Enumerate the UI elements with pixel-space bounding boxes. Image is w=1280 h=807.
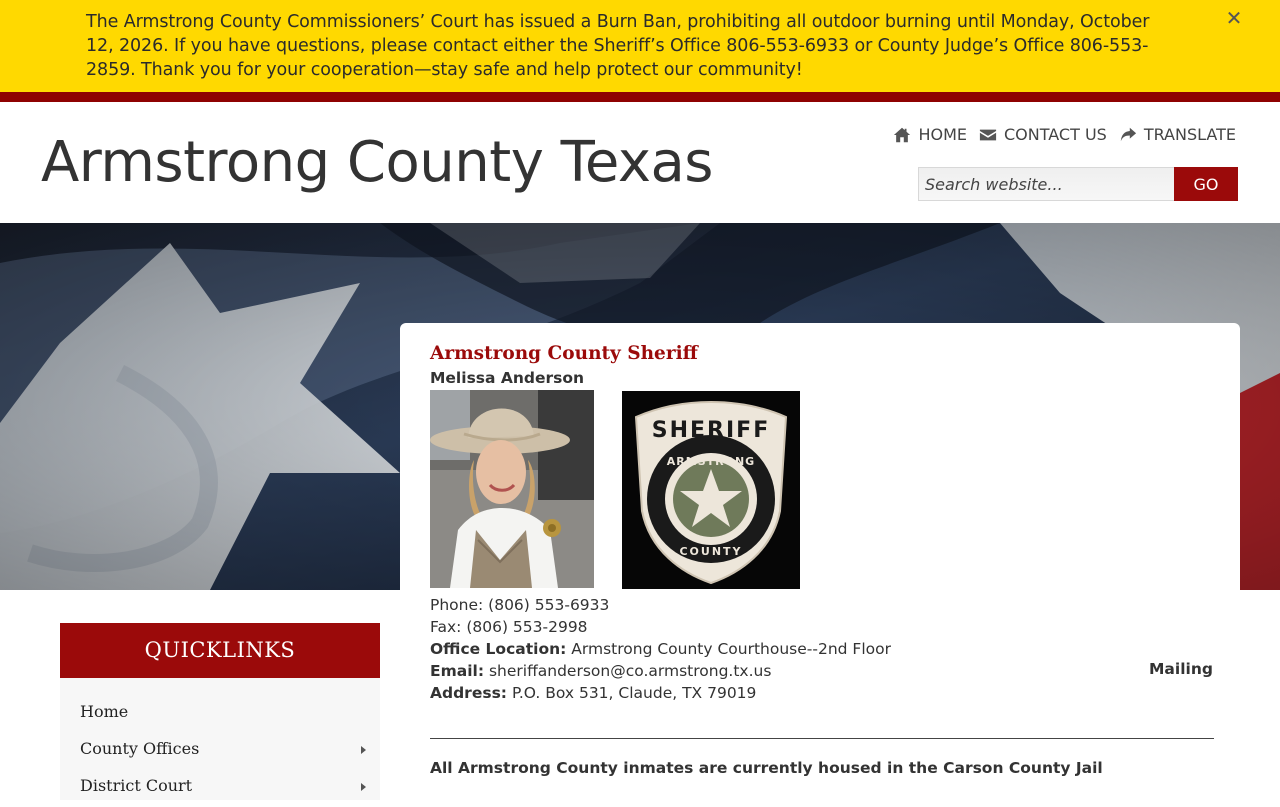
- address-value: P.O. Box 531, Claude, TX 79019: [511, 684, 757, 702]
- content-divider: [430, 738, 1214, 739]
- burn-ban-alert: The Armstrong County Commissioners’ Cour…: [0, 0, 1280, 92]
- quicklink-label: County Offices: [80, 739, 200, 758]
- inmate-housing-notice: All Armstrong County inmates are current…: [430, 759, 1103, 777]
- sheriff-name: Melissa Anderson: [430, 369, 585, 387]
- sheriff-photo: [430, 390, 594, 588]
- contact-us-label: CONTACT US: [1003, 125, 1107, 144]
- email-line: Email: sheriffanderson@co.armstrong.tx.u…: [430, 660, 771, 682]
- search-input[interactable]: [918, 167, 1174, 201]
- quicklink-home[interactable]: Home: [60, 696, 380, 733]
- alert-message: The Armstrong County Commissioners’ Cour…: [86, 12, 1150, 80]
- email-value[interactable]: sheriffanderson@co.armstrong.tx.us: [489, 662, 771, 680]
- office-location-label: Office Location:: [430, 640, 567, 658]
- chevron-right-icon: [361, 783, 366, 791]
- home-icon: [894, 127, 911, 142]
- address-line: Address: P.O. Box 531, Claude, TX 79019: [430, 682, 756, 704]
- envelope-icon: [979, 129, 997, 140]
- page-title: Armstrong County Sheriff: [430, 343, 698, 364]
- quicklinks-header: QUICKLINKS: [60, 623, 380, 678]
- patch-ring-top-text: ARMSTRONG: [667, 455, 755, 468]
- patch-ring-bottom-text: COUNTY: [679, 545, 742, 558]
- quicklink-label: Home: [80, 702, 129, 721]
- quicklinks-title: QUICKLINKS: [144, 638, 296, 662]
- chevron-right-icon: [361, 746, 366, 754]
- office-location-line: Office Location: Armstrong County Courth…: [430, 638, 891, 660]
- sheriff-info-card: Armstrong County Sheriff Melissa Anderso…: [400, 323, 1240, 800]
- utility-nav: HOME CONTACT US TRANSLATE: [893, 125, 1236, 144]
- sheriff-patch-illustration: SHERIFF ARMSTRONG COUNTY: [622, 391, 800, 589]
- home-link[interactable]: HOME: [893, 125, 967, 144]
- share-icon: [1120, 127, 1136, 141]
- site-title[interactable]: Armstrong County Texas: [41, 128, 713, 198]
- quicklink-district-court[interactable]: District Court: [60, 770, 380, 807]
- address-label: Address:: [430, 684, 507, 702]
- header-divider: [0, 92, 1280, 102]
- email-label: Email:: [430, 662, 485, 680]
- translate-label: TRANSLATE: [1143, 125, 1236, 144]
- fax-line: Fax: (806) 553-2998: [430, 618, 588, 636]
- sheriff-badge-patch: SHERIFF ARMSTRONG COUNTY: [622, 391, 800, 589]
- mailing-label: Mailing: [1149, 660, 1213, 678]
- search-go-button[interactable]: GO: [1174, 167, 1238, 201]
- sheriff-portrait-illustration: [430, 390, 594, 588]
- quicklink-county-offices[interactable]: County Offices: [60, 733, 380, 770]
- quicklinks-list: Home County Offices District Court: [60, 678, 380, 800]
- office-location-value: Armstrong County Courthouse--2nd Floor: [571, 640, 891, 658]
- close-icon[interactable]: ✕: [1222, 6, 1246, 30]
- translate-link[interactable]: TRANSLATE: [1119, 125, 1236, 144]
- site-search: GO: [918, 167, 1238, 201]
- contact-us-link[interactable]: CONTACT US: [979, 125, 1107, 144]
- home-link-label: HOME: [918, 125, 967, 144]
- phone-line: Phone: (806) 553-6933: [430, 596, 610, 614]
- quicklink-label: District Court: [80, 776, 193, 795]
